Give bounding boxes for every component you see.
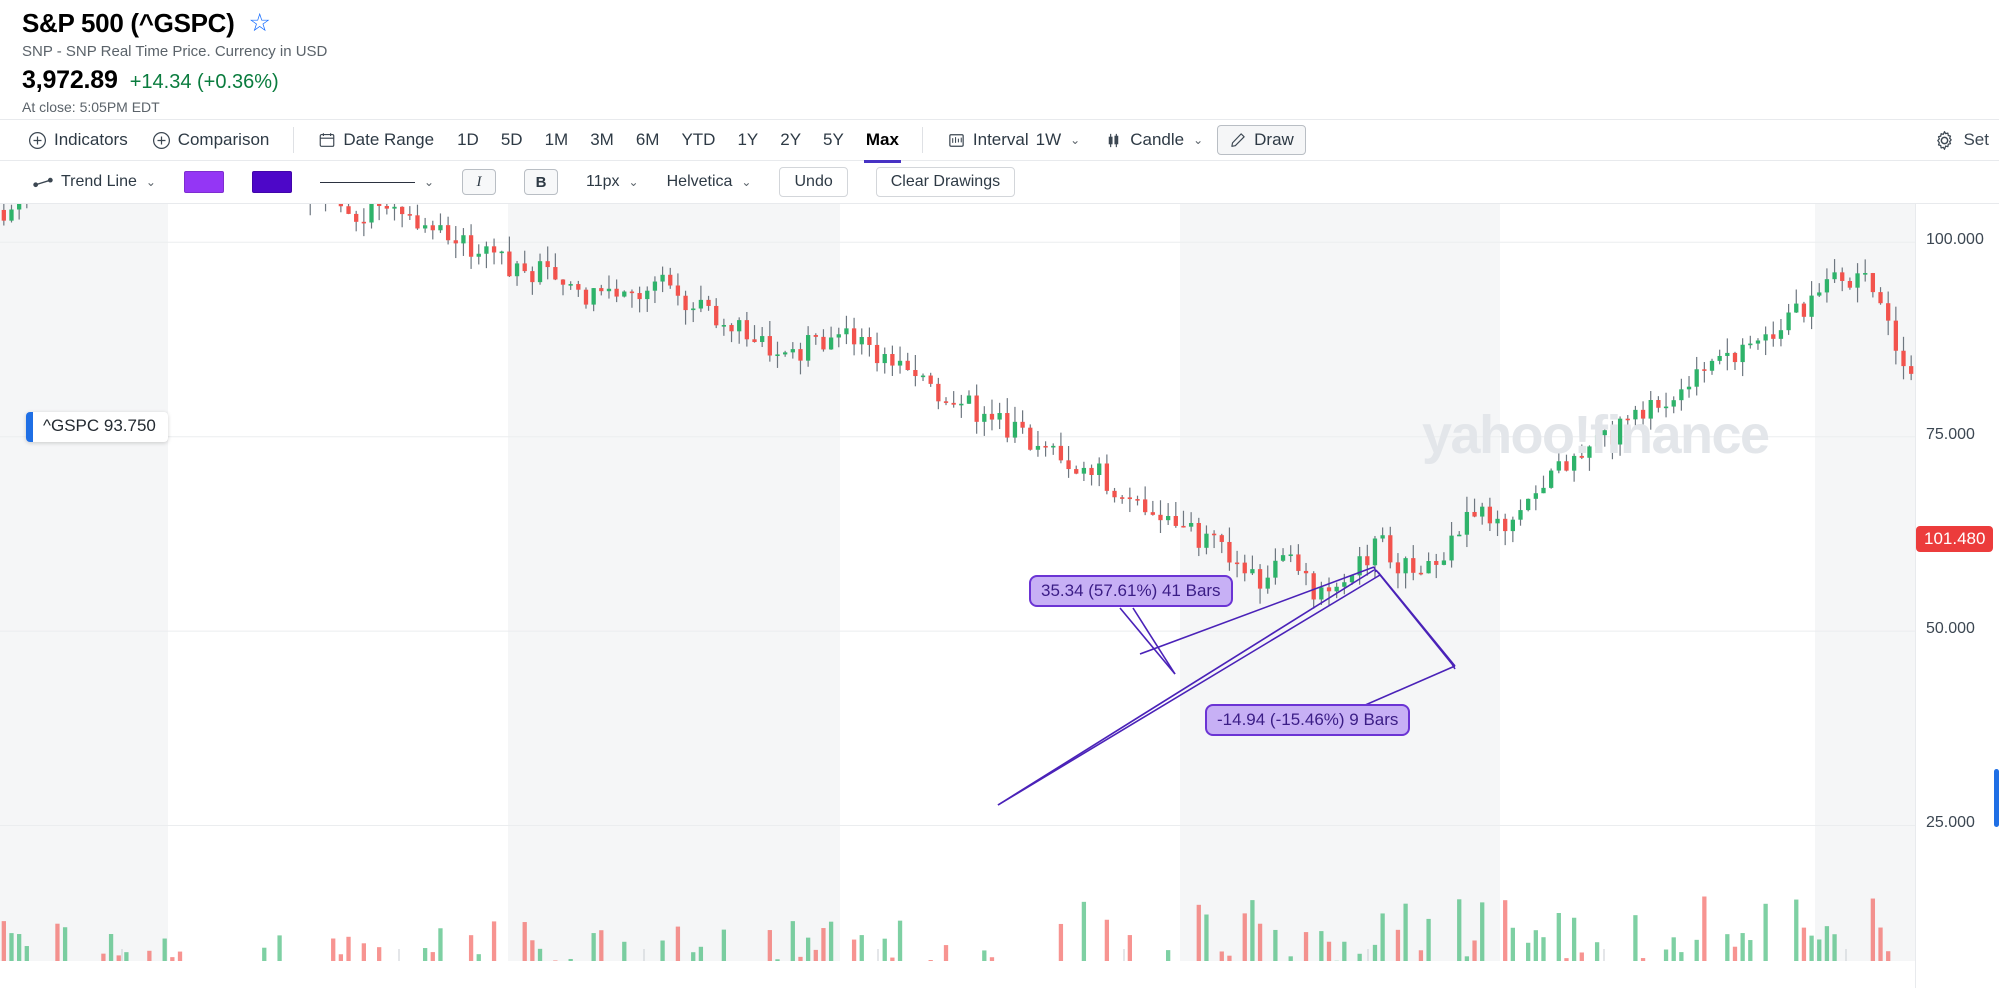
interval-value: 1W [1035, 130, 1062, 149]
range-1y[interactable]: 1Y [728, 126, 767, 154]
font-family-select[interactable]: Helvetica ⌄ [653, 173, 766, 191]
interval-button[interactable]: Interval 1W ⌄ [937, 126, 1090, 154]
trend-line-icon [33, 177, 53, 188]
interval-icon [949, 133, 964, 147]
settings-button[interactable]: Set [1934, 130, 1989, 151]
trend-annotation-up[interactable]: 35.34 (57.61%) 41 Bars [1029, 575, 1233, 607]
axis-scroll-handle[interactable] [1994, 769, 1999, 827]
chevron-down-icon: ⌄ [145, 175, 156, 189]
chevron-down-icon: ⌄ [1193, 133, 1204, 147]
chevron-down-icon: ⌄ [423, 175, 435, 189]
comparison-button[interactable]: Comparison [142, 126, 280, 154]
font-size-value: 11px [586, 173, 620, 190]
secondary-color-swatch-wrap [238, 171, 306, 193]
font-family-value: Helvetica [666, 173, 733, 190]
settings-label: Set [1963, 130, 1989, 149]
price-change: +14.34 (+0.36%) [129, 71, 279, 93]
range-1m[interactable]: 1M [536, 126, 578, 154]
range-3m[interactable]: 3M [581, 126, 623, 154]
quote-header: S&P 500 (^GSPC) ☆ SNP - SNP Real Time Pr… [0, 0, 1999, 119]
clear-drawings-button-wrap: Clear Drawings [862, 167, 1029, 197]
market-status: At close: 5:05PM EDT [22, 99, 160, 115]
undo-button[interactable]: Undo [779, 167, 848, 197]
chevron-down-icon: ⌄ [628, 175, 639, 189]
chevron-down-icon: ⌄ [1070, 133, 1081, 147]
trend-annotation-down[interactable]: -14.94 (-15.46%) 9 Bars [1205, 704, 1411, 736]
line-style-preview [319, 181, 415, 183]
date-range-label: Date Range [343, 130, 435, 149]
line-style-select[interactable]: ⌄ [306, 175, 448, 189]
range-ytd[interactable]: YTD [672, 126, 724, 154]
primary-color-swatch[interactable] [183, 171, 224, 193]
toolbar-divider [293, 127, 295, 153]
chart-canvas[interactable]: yahoo!finance ^GSPC 93.750 35.34 (57.61%… [0, 204, 1999, 988]
font-size-select[interactable]: 11px ⌄ [572, 173, 653, 191]
range-6m[interactable]: 6M [627, 126, 669, 154]
y-tick-label: 75.000 [1926, 425, 1975, 443]
last-price-badge: 101.480 [1916, 526, 1994, 552]
page-title: S&P 500 (^GSPC) [22, 8, 235, 38]
draw-button[interactable]: Draw [1217, 125, 1306, 155]
chart-type-label: Candle [1130, 130, 1185, 149]
trend-line-label: Trend Line [61, 173, 137, 190]
y-tick-label: 50.000 [1926, 620, 1975, 638]
y-tick-label: 100.000 [1926, 231, 1984, 249]
chart-type-button[interactable]: Candle ⌄ [1094, 126, 1213, 154]
trend-line-tool[interactable]: Trend Line ⌄ [18, 173, 170, 191]
chevron-down-icon: ⌄ [741, 175, 752, 189]
y-tick-label: 25.000 [1926, 814, 1975, 832]
gear-icon [1937, 130, 1953, 150]
chart-toolbar: Indicators Comparison Date Range 1D 5D 1… [0, 119, 1999, 163]
secondary-color-swatch[interactable] [251, 171, 292, 193]
bold-button-wrap: B [510, 169, 572, 195]
ticker-flag-accent [26, 412, 33, 442]
primary-color-swatch-wrap [170, 171, 238, 193]
price-axis[interactable]: 100.000 75.000 50.000 25.000 101.480 76.… [1915, 204, 1999, 988]
italic-button[interactable]: I [462, 169, 497, 195]
clear-drawings-button[interactable]: Clear Drawings [875, 167, 1016, 197]
bold-button[interactable]: B [524, 169, 559, 195]
indicators-label: Indicators [54, 130, 128, 149]
plus-circle-icon [152, 131, 170, 149]
calendar-icon [320, 133, 335, 147]
crosshair-ticker-flag: ^GSPC 93.750 [26, 412, 168, 442]
pencil-icon [1231, 133, 1245, 147]
ticker-flag-label: ^GSPC 93.750 [43, 416, 156, 435]
range-5d[interactable]: 5D [492, 126, 532, 154]
interval-label: Interval [972, 130, 1029, 149]
price-plot[interactable] [0, 204, 1915, 961]
draw-label: Draw [1254, 130, 1294, 149]
last-price: 3,972.89 [22, 66, 118, 94]
exchange-subtitle: SNP - SNP Real Time Price. Currency in U… [22, 43, 328, 60]
draw-toolbar: Trend Line ⌄ ⌄ I B 11px ⌄ Helvetica ⌄ Un… [0, 161, 1999, 204]
range-5y[interactable]: 5Y [814, 126, 853, 154]
italic-button-wrap: I [448, 169, 510, 195]
follow-star-icon[interactable]: ☆ [249, 11, 271, 36]
plus-circle-icon [28, 131, 47, 149]
toolbar-divider [921, 127, 923, 153]
indicators-button[interactable]: Indicators [18, 126, 138, 154]
comparison-label: Comparison [177, 130, 270, 149]
candle-icon [1108, 133, 1119, 147]
range-max[interactable]: Max [857, 126, 908, 163]
undo-button-wrap: Undo [765, 167, 861, 197]
range-1d[interactable]: 1D [448, 126, 488, 154]
range-2y[interactable]: 2Y [771, 126, 810, 154]
date-range-button[interactable]: Date Range [308, 126, 444, 154]
candlestick-svg [0, 204, 1915, 961]
